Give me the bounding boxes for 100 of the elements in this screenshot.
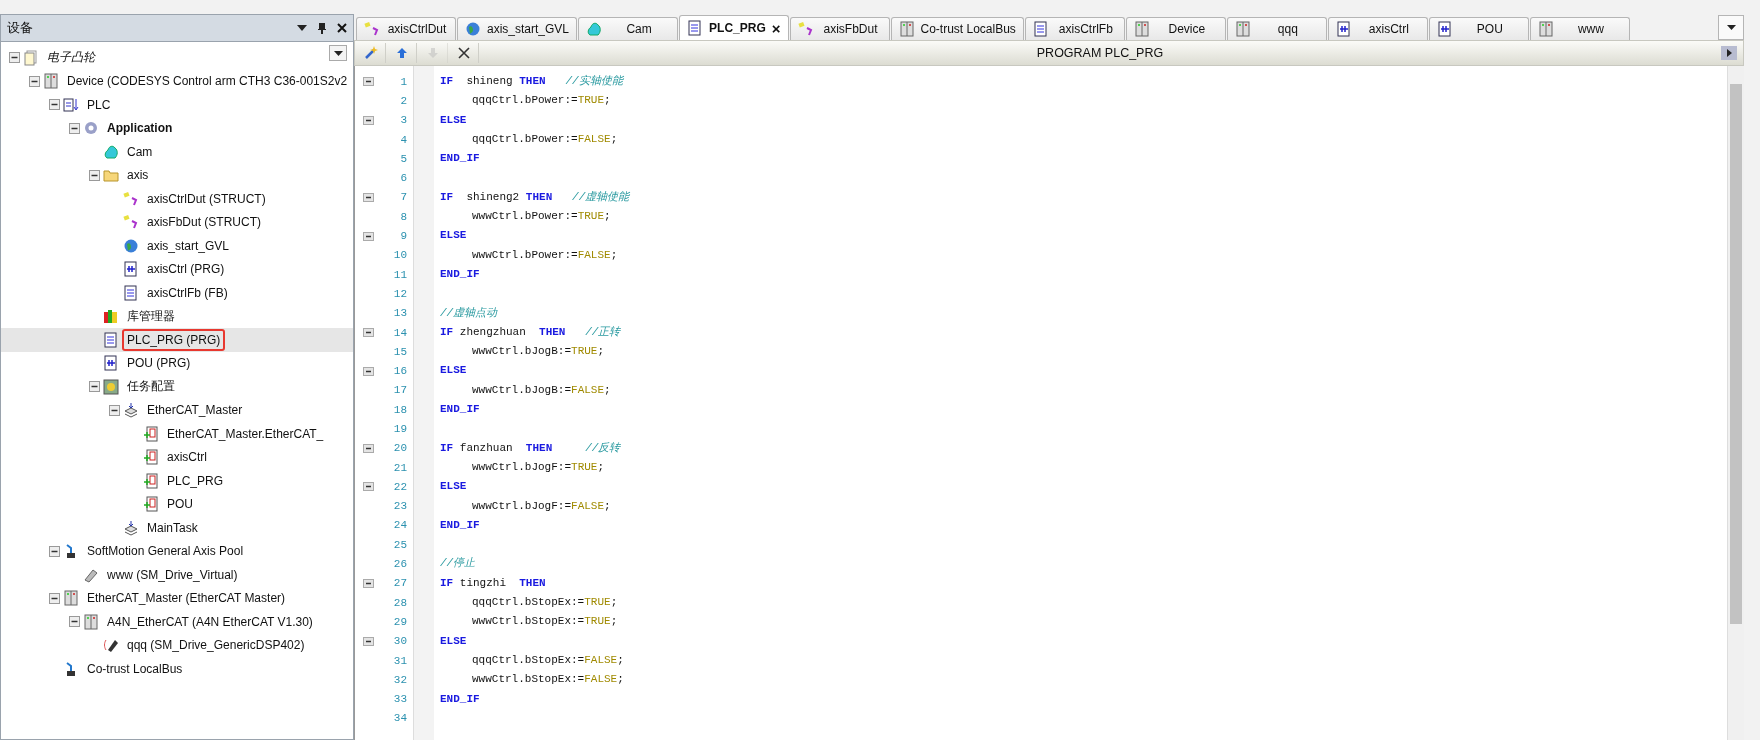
tree-item[interactable]: SoftMotion General Axis Pool	[1, 539, 353, 563]
close-icon[interactable]	[337, 23, 347, 33]
collapse-icon[interactable]	[362, 366, 374, 376]
tree-item[interactable]: axis_start_GVL	[1, 234, 353, 258]
dropdown-button[interactable]	[329, 45, 347, 61]
editor-tab[interactable]: Co-trust LocalBus	[890, 17, 1024, 40]
code-line: ELSE	[440, 633, 467, 649]
tree-item[interactable]: Co-trust LocalBus	[1, 657, 353, 681]
collapse-icon[interactable]	[362, 636, 374, 646]
tree-item[interactable]: axis	[1, 163, 353, 187]
line-number: 21	[393, 461, 408, 474]
editor-tab[interactable]: Cam	[578, 17, 679, 40]
collapse-icon[interactable]	[362, 443, 374, 453]
scrollbar-thumb[interactable]	[1730, 84, 1742, 624]
line-number: 34	[393, 712, 408, 725]
tree-item[interactable]: A4N_EtherCAT (A4N EtherCAT V1.30)	[1, 610, 353, 634]
tree-item[interactable]: axisCtrlFb (FB)	[1, 281, 353, 305]
editor-tab[interactable]: PLC_PRG ×	[679, 15, 789, 40]
collapse-icon[interactable]	[9, 52, 20, 64]
tree-item[interactable]: EtherCAT_Master (EtherCAT Master)	[1, 586, 353, 610]
tree-item[interactable]: 电子凸轮	[1, 46, 353, 70]
tree-item[interactable]: EtherCAT_Master.EtherCAT_	[1, 422, 353, 446]
program-call-icon	[143, 496, 159, 513]
tree-item[interactable]: axisCtrl	[1, 445, 353, 469]
tree-item[interactable]: PLC_PRG (PRG)	[1, 328, 353, 352]
code-line: qqqCtrl.bStopEx:=TRUE;	[471, 595, 618, 610]
editor-tab[interactable]: www	[1529, 17, 1630, 40]
collapse-icon[interactable]	[362, 192, 374, 202]
tree-item[interactable]: PLC	[1, 93, 353, 117]
collapse-icon[interactable]	[69, 616, 80, 628]
collapse-icon[interactable]	[89, 169, 100, 181]
collapse-icon[interactable]	[362, 578, 374, 588]
program-call-icon	[143, 425, 159, 442]
tree-item[interactable]: Cam	[1, 140, 353, 164]
device-icon	[898, 21, 915, 37]
program-icon	[1335, 21, 1352, 37]
tree-item[interactable]: Application	[1, 116, 353, 140]
tree-item[interactable]: axisCtrlDut (STRUCT)	[1, 187, 353, 211]
collapse-icon[interactable]	[49, 545, 60, 557]
device-icon	[83, 613, 99, 630]
tree-item[interactable]: POU (PRG)	[1, 351, 353, 375]
tree-item-label: 库管理器	[126, 307, 176, 325]
line-number: 5	[400, 152, 408, 165]
collapse-icon[interactable]	[362, 231, 374, 241]
collapse-icon[interactable]	[362, 77, 374, 87]
line-number: 20	[393, 442, 408, 455]
tree-item-label: Application	[106, 120, 174, 138]
code-line: wwwCtrl.bJogF:=TRUE;	[471, 459, 605, 475]
collapse-icon[interactable]	[89, 381, 100, 393]
editor-tab[interactable]: axisCtrlFb	[1024, 17, 1125, 40]
collapse-icon[interactable]	[362, 328, 374, 337]
dropdown-icon[interactable]	[297, 25, 307, 31]
editor-tab[interactable]: axisFbDut	[789, 17, 890, 40]
collapse-icon[interactable]	[49, 99, 60, 111]
tree-item-label: PLC	[86, 96, 112, 114]
close-icon	[456, 45, 472, 61]
pin-icon[interactable]	[317, 22, 327, 34]
tree-item[interactable]: www (SM_Drive_Virtual)	[1, 563, 353, 587]
editor-tab[interactable]: POU	[1428, 17, 1529, 40]
scroll-right-icon[interactable]	[1721, 46, 1737, 60]
editor-tab[interactable]: Device	[1125, 17, 1226, 40]
tree-item[interactable]: 库管理器	[1, 304, 353, 328]
tree-item[interactable]: MainTask	[1, 516, 353, 540]
collapse-icon[interactable]	[69, 122, 80, 134]
tab-list-button[interactable]	[1718, 15, 1744, 40]
collapse-icon[interactable]	[29, 75, 40, 87]
line-number: 29	[393, 615, 408, 628]
line-number: 30	[393, 635, 408, 648]
code-line: IF zhengzhuan THEN //正转	[440, 324, 621, 340]
close-button[interactable]: ×	[771, 19, 781, 37]
tree-item[interactable]: axisFbDut (STRUCT)	[1, 210, 353, 234]
collapse-icon[interactable]	[362, 115, 374, 125]
editor-tab[interactable]: axis_start_GVL	[457, 17, 578, 40]
tree-item[interactable]: axisCtrl (PRG)	[1, 257, 353, 281]
caret-icon	[1726, 25, 1736, 30]
program-icon	[103, 355, 119, 372]
editor-tab[interactable]: qqq	[1226, 17, 1327, 40]
code-line: wwwCtrl.bJogB:=FALSE;	[471, 382, 611, 398]
tree-item[interactable]: Device (CODESYS Control arm CTH3 C36-001S2v2	[1, 69, 353, 93]
tree-item[interactable]: 任务配置	[1, 375, 353, 399]
line-number: 15	[393, 345, 408, 358]
line-number: 12	[393, 287, 408, 300]
code-line: wwwCtrl.bPower:=TRUE;	[471, 209, 611, 225]
collapse-icon[interactable]	[109, 404, 120, 416]
line-number: 14	[393, 326, 408, 339]
editor-tab[interactable]: axisCtrlDut	[356, 17, 456, 40]
code-line: ELSE	[440, 363, 467, 379]
tree-item-label: axisCtrlFb (FB)	[146, 284, 229, 302]
line-number: 33	[393, 693, 408, 706]
line-number: 31	[393, 654, 408, 667]
tree-item[interactable]: PLC_PRG	[1, 469, 353, 493]
tree-item[interactable]: qqq (SM_Drive_GenericDSP402)	[1, 633, 353, 657]
tree-item[interactable]: EtherCAT_Master	[1, 398, 353, 422]
code-line: wwwCtrl.bJogB:=TRUE;	[471, 344, 605, 360]
collapse-icon[interactable]	[362, 482, 374, 492]
tree-item-label: Co-trust LocalBus	[86, 660, 184, 678]
editor-tab[interactable]: axisCtrl	[1327, 17, 1428, 40]
tree-item[interactable]: POU	[1, 492, 353, 516]
tree-item-label: SoftMotion General Axis Pool	[86, 543, 245, 561]
collapse-icon[interactable]	[49, 592, 60, 604]
